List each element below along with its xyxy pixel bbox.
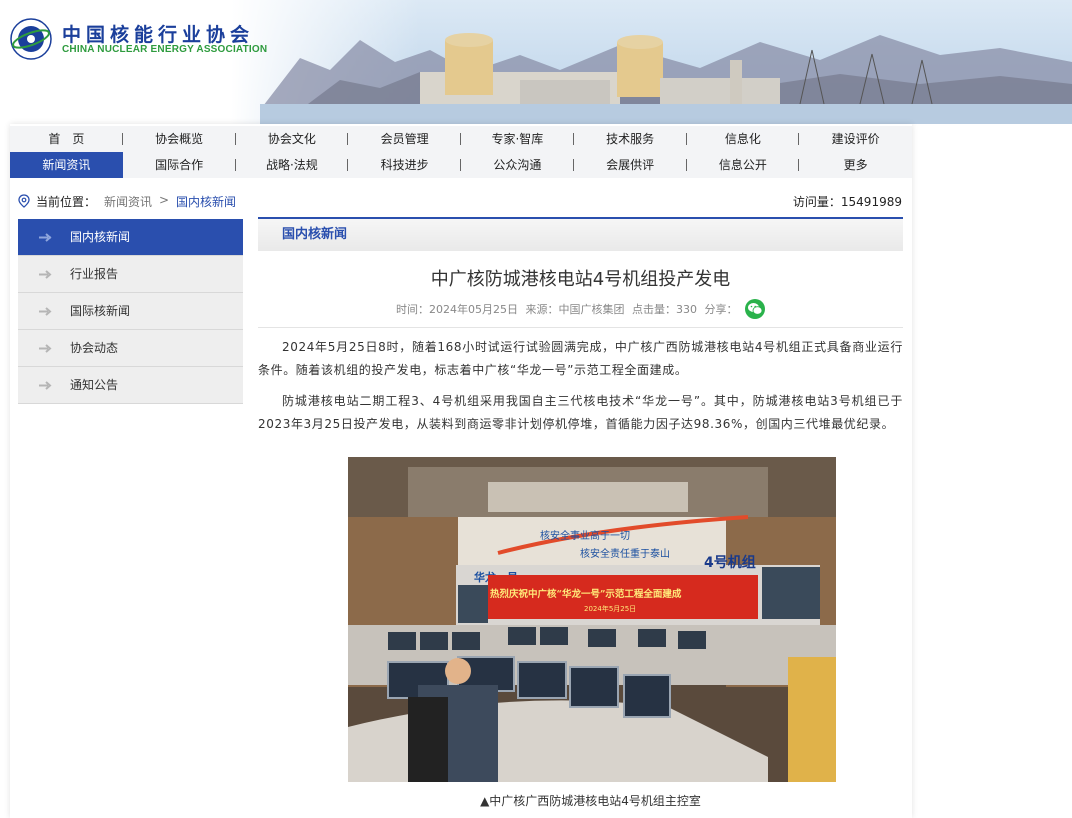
nav-item-disclosure[interactable]: 信息公开	[687, 152, 800, 178]
nav-item-culture[interactable]: 协会文化	[236, 126, 349, 152]
arrow-right-icon	[39, 307, 52, 316]
nav-row-1: 首 页 协会概览 协会文化 会员管理 专家·智库 技术服务 信息化 建设评价	[10, 126, 912, 152]
arrow-right-icon	[39, 381, 52, 390]
logo-icon	[10, 18, 52, 60]
sidebar-item-association-news[interactable]: 协会动态	[18, 330, 243, 367]
nav-item-informatization[interactable]: 信息化	[687, 126, 800, 152]
article-meta: 时间：2024年05月25日 来源：中国广核集团 点击量：330 分享：	[258, 299, 903, 321]
nav-item-exhibition[interactable]: 会展供评	[574, 152, 687, 178]
photo-slogan-1: 核安全事业高于一切	[540, 529, 630, 542]
meta-divider	[258, 327, 903, 328]
arrow-right-icon	[39, 270, 52, 279]
nav-item-tech-progress[interactable]: 科技进步	[348, 152, 461, 178]
sidebar-item-label: 国内核新闻	[70, 230, 131, 244]
photo-wall-right-label: 4号机组	[704, 554, 756, 571]
breadcrumb: 当前位置： 新闻资讯 > 国内核新闻 访问量：15491989	[10, 188, 912, 214]
header-banner: 中国核能行业协会 CHINA NUCLEAR ENERGY ASSOCIATIO…	[0, 0, 1072, 124]
nav-item-members[interactable]: 会员管理	[348, 126, 461, 152]
meta-time: 时间：2024年05月25日	[396, 303, 518, 316]
sidebar-item-international-news[interactable]: 国际核新闻	[18, 293, 243, 330]
nav-item-public[interactable]: 公众沟通	[461, 152, 574, 178]
article-main: 国内核新闻 中广核防城港核电站4号机组投产发电 时间：2024年05月25日 来…	[258, 217, 903, 808]
photo-slogan-2: 核安全责任重于泰山	[580, 547, 670, 560]
sidebar-item-label: 行业报告	[70, 267, 119, 281]
breadcrumb-news[interactable]: 新闻资讯	[104, 193, 152, 210]
article-title: 中广核防城港核电站4号机组投产发电	[430, 269, 731, 290]
wechat-share-icon[interactable]	[745, 299, 765, 319]
breadcrumb-label: 当前位置：	[36, 195, 97, 209]
nav-row-2: 新闻资讯 国际合作 战略·法规 科技进步 公众沟通 会展供评 信息公开 更多	[10, 152, 912, 178]
meta-clicks: 点击量：330	[632, 303, 697, 316]
nav-item-overview[interactable]: 协会概览	[123, 126, 236, 152]
article-paragraph-1: 2024年5月25日8时，随着168小时试运行试验圆满完成，中广核广西防城港核电…	[258, 340, 903, 377]
control-room-illustration: 核安全事业高于一切 核安全责任重于泰山 华龙一号 4号机组 热烈庆祝中广核“华龙…	[348, 457, 836, 782]
nav-item-more[interactable]: 更多	[799, 152, 912, 178]
org-name-en: CHINA NUCLEAR ENERGY ASSOCIATION	[62, 44, 268, 55]
breadcrumb-separator: >	[159, 193, 170, 207]
sidebar-item-label: 国际核新闻	[70, 304, 131, 318]
org-name-cn: 中国核能行业协会	[62, 24, 255, 46]
sidebar: 国内核新闻 行业报告 国际核新闻 协会动态 通知公告	[18, 219, 243, 404]
sidebar-item-label: 协会动态	[70, 341, 119, 355]
photo-banner-date: 2024年5月25日	[584, 604, 636, 613]
meta-share-label: 分享：	[704, 303, 738, 316]
article-paragraph-2: 防城港核电站二期工程3、4号机组采用我国自主三代核电技术“华龙一号”。其中，防城…	[258, 394, 903, 431]
nav-item-home[interactable]: 首 页	[10, 126, 123, 152]
meta-source: 来源：中国广核集团	[525, 303, 625, 316]
sidebar-item-label: 通知公告	[70, 378, 119, 392]
photo-banner-text: 热烈庆祝中广核“华龙一号”示范工程全面建成	[490, 588, 682, 600]
nav-item-tech-services[interactable]: 技术服务	[574, 126, 687, 152]
location-pin-icon	[18, 194, 30, 208]
nav-item-experts[interactable]: 专家·智库	[461, 126, 574, 152]
sidebar-item-notices[interactable]: 通知公告	[18, 367, 243, 404]
arrow-right-icon	[39, 344, 52, 353]
photo-caption: ▲中广核广西防城港核电站4号机组主控室	[480, 794, 701, 808]
main-nav: 首 页 协会概览 协会文化 会员管理 专家·智库 技术服务 信息化 建设评价 新…	[10, 126, 912, 178]
nav-item-strategy[interactable]: 战略·法规	[236, 152, 349, 178]
nav-item-evaluation[interactable]: 建设评价	[799, 126, 912, 152]
sidebar-item-domestic-news[interactable]: 国内核新闻	[18, 219, 243, 256]
arrow-right-icon	[39, 233, 52, 242]
page-container: 首 页 协会概览 协会文化 会员管理 专家·智库 技术服务 信息化 建设评价 新…	[10, 124, 912, 818]
nav-item-news[interactable]: 新闻资讯	[10, 152, 123, 178]
breadcrumb-domestic-news[interactable]: 国内核新闻	[176, 193, 236, 210]
banner-scene-image	[260, 33, 1072, 124]
visit-counter: 访问量：15491989	[792, 195, 902, 209]
article-photo: 核安全事业高于一切 核安全责任重于泰山 华龙一号 4号机组 热烈庆祝中广核“华龙…	[348, 457, 836, 782]
nav-item-international[interactable]: 国际合作	[123, 152, 236, 178]
sidebar-item-industry-report[interactable]: 行业报告	[18, 256, 243, 293]
section-title: 国内核新闻	[258, 217, 903, 251]
